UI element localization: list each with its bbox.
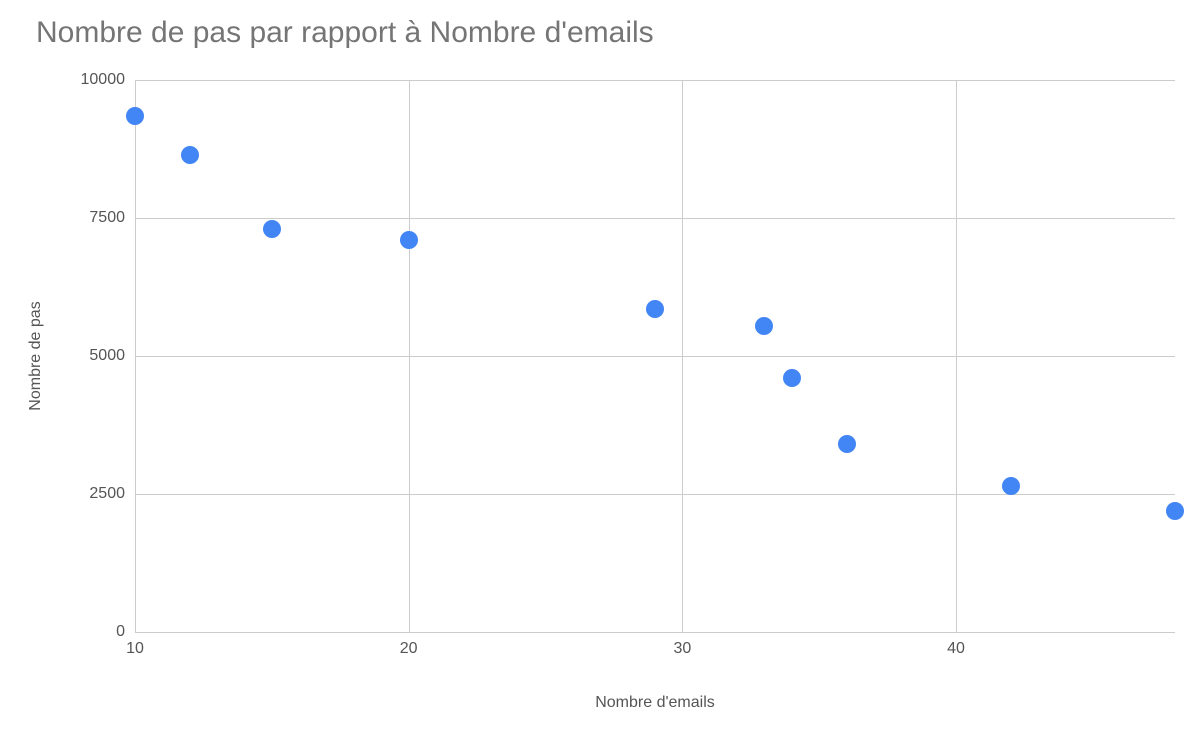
chart-title: Nombre de pas par rapport à Nombre d'ema… <box>36 16 654 50</box>
data-point <box>646 300 664 318</box>
data-point <box>263 220 281 238</box>
y-tick-label: 2500 <box>45 485 125 503</box>
gridline-horizontal <box>135 80 1175 81</box>
y-tick-label: 10000 <box>45 71 125 89</box>
gridline-horizontal <box>135 218 1175 219</box>
x-tick-label: 20 <box>400 640 418 658</box>
gridline-horizontal <box>135 356 1175 357</box>
plot-area <box>135 80 1175 632</box>
data-point <box>126 107 144 125</box>
data-point <box>1166 502 1184 520</box>
data-point <box>838 435 856 453</box>
data-point <box>400 231 418 249</box>
y-tick-label: 0 <box>45 623 125 641</box>
y-axis-label: Nombre de pas <box>27 301 45 410</box>
x-tick-label: 10 <box>126 640 144 658</box>
x-axis-label: Nombre d'emails <box>595 694 715 712</box>
chart-container: Nombre de pas par rapport à Nombre d'ema… <box>0 0 1200 742</box>
gridline-horizontal <box>135 632 1175 633</box>
data-point <box>181 146 199 164</box>
x-tick-label: 30 <box>673 640 691 658</box>
data-point <box>755 317 773 335</box>
x-tick-label: 40 <box>947 640 965 658</box>
y-tick-label: 7500 <box>45 209 125 227</box>
data-point <box>783 369 801 387</box>
gridline-horizontal <box>135 494 1175 495</box>
data-point <box>1002 477 1020 495</box>
y-tick-label: 5000 <box>45 347 125 365</box>
